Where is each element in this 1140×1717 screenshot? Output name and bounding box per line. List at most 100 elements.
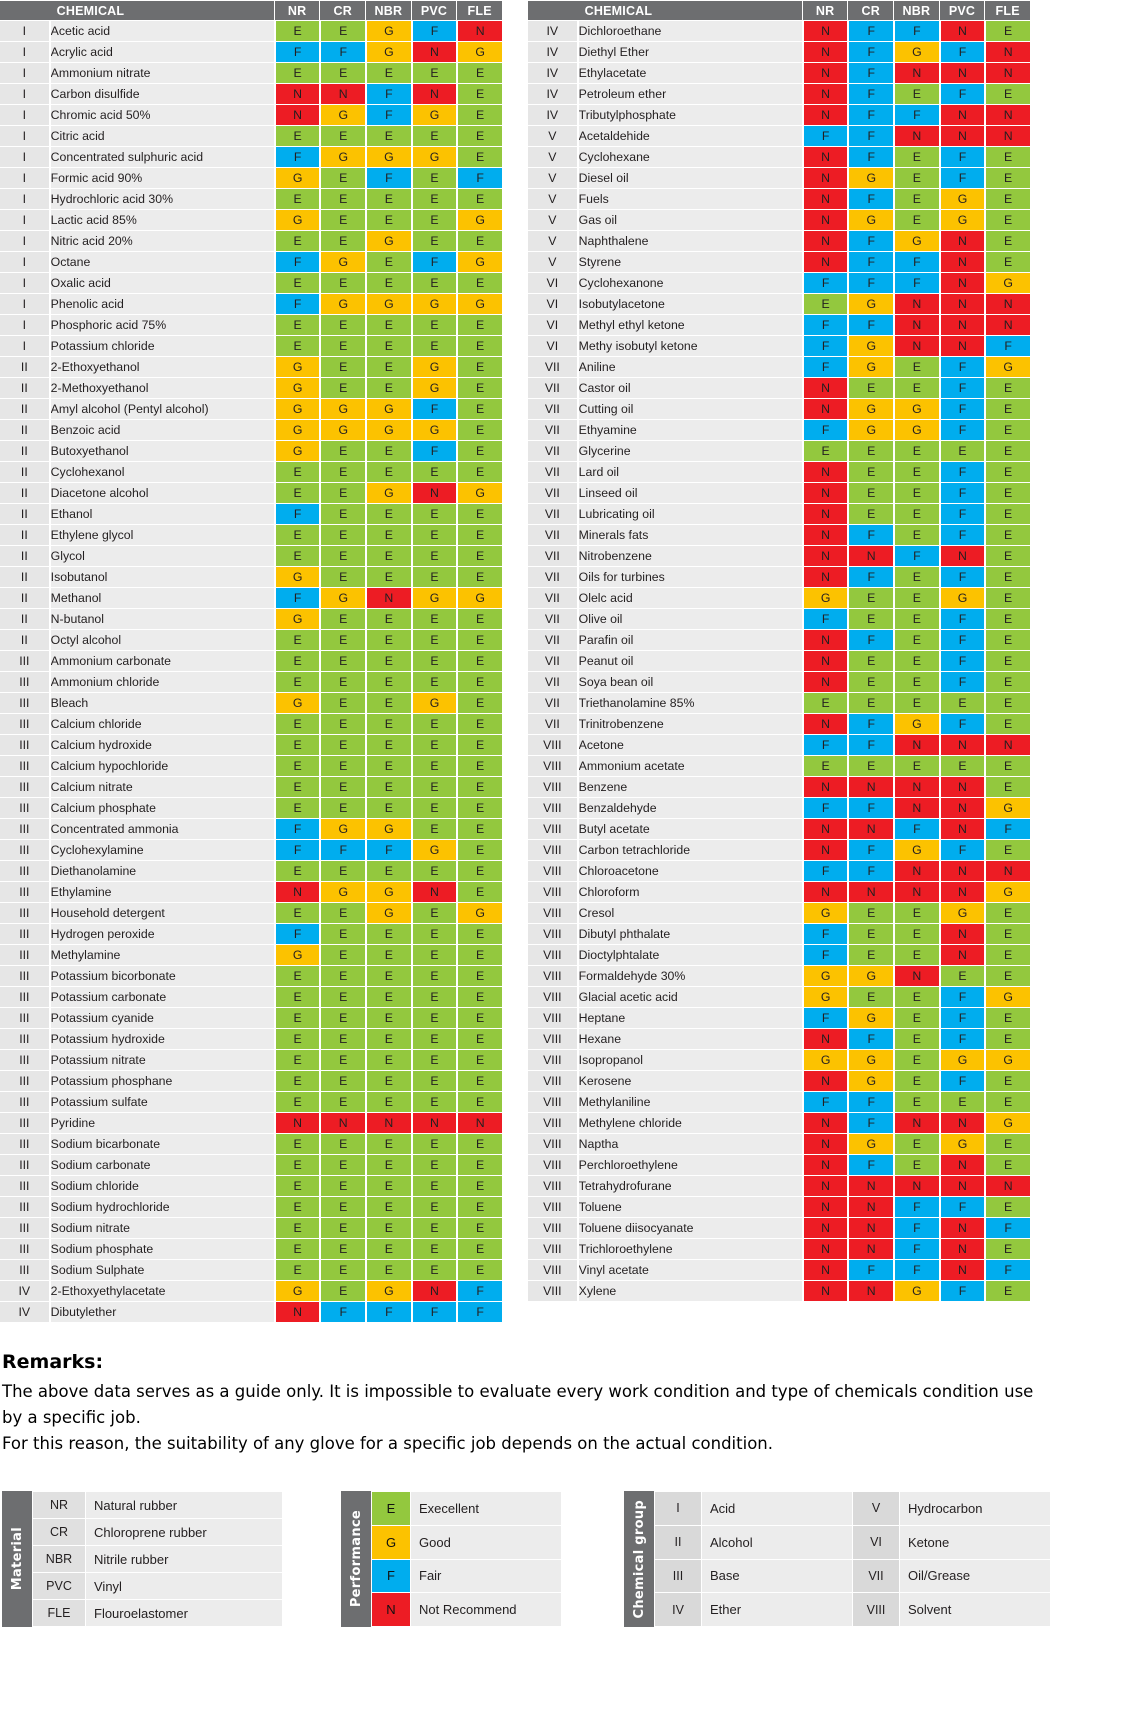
table-row: I Hydrochloric acid 30% E E E E E	[0, 189, 502, 209]
cell-rating-nbr: E	[893, 987, 939, 1007]
cell-chemical-name: Ethylacetate	[576, 63, 802, 83]
cell-rating-pvc: E	[410, 567, 457, 587]
cell-rating-nr: E	[801, 693, 848, 713]
table-row: III Ammonium carbonate E E E E E	[0, 651, 502, 671]
cell-chemical-group: VII	[528, 399, 577, 419]
cell-rating-nr: E	[273, 1197, 320, 1217]
cell-rating-fle: G	[984, 798, 1030, 818]
cell-chemical-name: Ethanol	[48, 504, 274, 524]
legend-material-name: Vinyl	[86, 1573, 282, 1599]
cell-rating-nbr: E	[365, 252, 411, 272]
cell-rating-pvc: G	[410, 378, 457, 398]
cell-rating-nbr: N	[893, 966, 939, 986]
cell-rating-nbr: E	[893, 924, 939, 944]
cell-rating-nr: N	[801, 1155, 848, 1175]
legend-spacer-2	[562, 1491, 624, 1627]
cell-rating-fle: E	[984, 84, 1030, 104]
cell-rating-nbr: G	[893, 399, 939, 419]
cell-rating-nbr: E	[365, 693, 411, 713]
cell-chemical-group: II	[0, 483, 49, 503]
cell-rating-nbr: E	[365, 273, 411, 293]
cell-chemical-group: III	[0, 1008, 49, 1028]
table-row: II Cyclohexanol E E E E E	[0, 462, 502, 482]
cell-rating-nr: G	[801, 987, 848, 1007]
legend-performance-code: G	[372, 1525, 410, 1559]
cell-chemical-group: III	[0, 672, 49, 692]
cell-rating-nr: F	[801, 126, 848, 146]
cell-rating-cr: F	[847, 840, 894, 860]
cell-rating-pvc: F	[938, 987, 985, 1007]
legend-material-tab: Material	[2, 1491, 32, 1627]
cell-chemical-group: II	[0, 546, 49, 566]
cell-rating-pvc: E	[410, 504, 457, 524]
cell-rating-fle: E	[456, 1218, 502, 1238]
cell-chemical-name: Potassium cyanide	[48, 1008, 274, 1028]
cell-chemical-name: Diethanolamine	[48, 861, 274, 881]
legend-material-table: NR Natural rubber CR Chloroprene rubber NBR N…	[32, 1491, 283, 1627]
cell-rating-nbr: G	[365, 819, 411, 839]
legend-performance-code: E	[372, 1492, 410, 1525]
cell-chemical-name: Vinyl acetate	[576, 1260, 802, 1280]
cell-chemical-name: Phenolic acid	[48, 294, 274, 314]
table-row: VIII Cresol G E E G E	[528, 903, 1030, 923]
cell-rating-nr: N	[801, 1029, 848, 1049]
cell-rating-fle: N	[984, 126, 1030, 146]
cell-chemical-group: I	[0, 168, 49, 188]
cell-rating-fle: E	[984, 231, 1030, 251]
cell-rating-nbr: E	[893, 1134, 939, 1154]
cell-rating-pvc: F	[938, 399, 985, 419]
cell-rating-cr: E	[847, 441, 894, 461]
cell-rating-cr: G	[847, 1008, 894, 1028]
legend-material-name: Natural rubber	[86, 1492, 282, 1518]
table-row: I Chromic acid 50% N G F G E	[0, 105, 502, 125]
table-row: VIII Trichloroethylene N N F N E	[528, 1239, 1030, 1259]
cell-chemical-name: Peanut oil	[576, 651, 802, 671]
cell-rating-fle: E	[456, 336, 502, 356]
cell-rating-pvc: E	[410, 861, 457, 881]
cell-rating-fle: E	[456, 609, 502, 629]
cell-chemical-name: Olelc acid	[576, 588, 802, 608]
cell-rating-cr: E	[319, 861, 366, 881]
cell-rating-fle: E	[984, 1197, 1030, 1217]
cell-rating-cr: G	[847, 966, 894, 986]
legend-group-number: II	[655, 1525, 701, 1559]
cell-rating-pvc: N	[938, 1239, 985, 1259]
cell-rating-cr: E	[319, 1155, 366, 1175]
cell-rating-nr: N	[273, 1113, 320, 1133]
legend-spacer-1	[283, 1491, 341, 1627]
cell-chemical-group: VIII	[528, 777, 577, 797]
cell-rating-pvc: G	[410, 420, 457, 440]
cell-rating-cr: E	[319, 546, 366, 566]
cell-rating-fle: E	[984, 399, 1030, 419]
table-row: III Potassium cyanide E E E E E	[0, 1008, 502, 1028]
table-row: VIII Benzaldehyde F F N N G	[528, 798, 1030, 818]
cell-rating-pvc: F	[938, 525, 985, 545]
cell-rating-nbr: N	[893, 336, 939, 356]
table-row: III Cyclohexylamine F F F G E	[0, 840, 502, 860]
cell-chemical-name: Household detergent	[48, 903, 274, 923]
cell-rating-fle: N	[456, 21, 502, 41]
legend-row: NR Natural rubber	[33, 1492, 282, 1518]
cell-rating-pvc: F	[938, 630, 985, 650]
cell-rating-pvc: E	[410, 1029, 457, 1049]
cell-rating-nr: E	[273, 903, 320, 923]
cell-chemical-name: Isobutylacetone	[576, 294, 802, 314]
cell-rating-cr: E	[319, 693, 366, 713]
cell-rating-nbr: G	[893, 840, 939, 860]
cell-chemical-name: Ammonium acetate	[576, 756, 802, 776]
cell-rating-pvc: N	[938, 105, 985, 125]
cell-rating-nbr: E	[893, 630, 939, 650]
header-material-nbr: NBR	[893, 1, 939, 20]
cell-chemical-name: Cutting oil	[576, 399, 802, 419]
table-row: VIII Chloroacetone F F N N N	[528, 861, 1030, 881]
cell-rating-nbr: G	[893, 42, 939, 62]
cell-chemical-name: Butoxyethanol	[48, 441, 274, 461]
cell-rating-nr: E	[801, 294, 848, 314]
table-row: I Octane F G E F G	[0, 252, 502, 272]
cell-chemical-group: I	[0, 21, 49, 41]
cell-rating-fle: E	[456, 504, 502, 524]
cell-rating-fle: E	[456, 1260, 502, 1280]
cell-chemical-group: I	[0, 252, 49, 272]
cell-chemical-name: Formaldehyde 30%	[576, 966, 802, 986]
cell-chemical-group: V	[528, 168, 577, 188]
